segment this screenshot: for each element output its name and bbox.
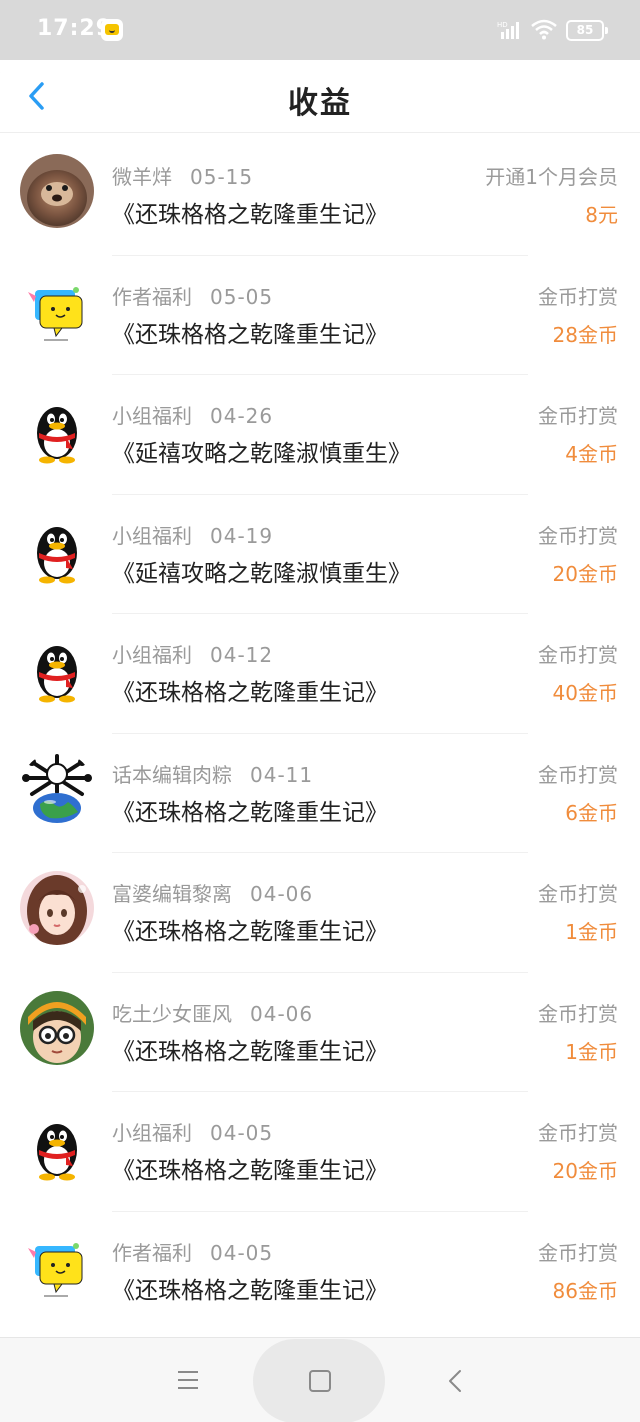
- entry-date: 05-05: [210, 284, 274, 309]
- svg-text:HD: HD: [497, 21, 508, 29]
- earning-type: 金币打赏: [538, 523, 618, 548]
- earning-amount: 86金币: [552, 1278, 618, 1303]
- earning-type: 金币打赏: [538, 762, 618, 787]
- penguin-avatar: [20, 1110, 94, 1184]
- entry-date: 04-12: [210, 643, 274, 667]
- book-title: 《还珠格格之乾隆重生记》: [112, 919, 388, 945]
- entry-date: 04-06: [250, 882, 314, 906]
- sender-name: 话本编辑肉粽: [112, 762, 232, 787]
- earnings-row[interactable]: 吃土少女匪风 04-06 《还珠格格之乾隆重生记》 金币打赏 1金币: [0, 971, 640, 1092]
- earning-amount: 40金币: [552, 681, 618, 705]
- page-header: 收益: [0, 60, 640, 132]
- sender-name: 吃土少女匪风: [112, 1001, 232, 1026]
- earning-type: 金币打赏: [538, 284, 618, 309]
- earning-amount: 1金币: [565, 920, 618, 944]
- earnings-row[interactable]: 小组福利 04-26 《延禧攻略之乾隆淑慎重生》 金币打赏 4金币: [0, 374, 640, 494]
- app-notification-icon: [101, 19, 123, 41]
- sender-name: 作者福利: [112, 1240, 192, 1265]
- earning-type: 金币打赏: [538, 1121, 618, 1145]
- sender-name: 小组福利: [112, 523, 192, 548]
- earning-amount: 4金币: [565, 442, 618, 466]
- anime-girl-avatar: [20, 871, 94, 945]
- entry-date: 04-05: [210, 1121, 274, 1145]
- otter-photo-avatar: [20, 154, 94, 228]
- battery-icon: 85: [566, 20, 608, 41]
- earnings-row[interactable]: 作者福利 05-05 《还珠格格之乾隆重生记》 金币打赏 28金币: [0, 254, 640, 375]
- earning-amount: 8元: [585, 203, 618, 227]
- signal-icon: HD: [497, 21, 519, 39]
- earning-type: 金币打赏: [538, 404, 618, 428]
- globe-bones-avatar: [20, 751, 94, 826]
- earning-type: 开通1个月会员: [485, 165, 618, 189]
- book-title: 《还珠格格之乾隆重生记》: [112, 799, 388, 826]
- book-title: 《延禧攻略之乾隆淑慎重生》: [112, 560, 411, 587]
- earnings-list: 微羊烊 05-15 《还珠格格之乾隆重生记》 开通1个月会员 8元 作者福利 05-…: [0, 135, 640, 1330]
- sender-name: 小组福利: [112, 404, 192, 428]
- book-title: 《延禧攻略之乾隆淑慎重生》: [112, 441, 411, 467]
- earning-amount: 1金币: [565, 1039, 618, 1064]
- earnings-row[interactable]: 小组福利 04-12 《还珠格格之乾隆重生记》 金币打赏 40金币: [0, 613, 640, 733]
- entry-date: 04-26: [210, 404, 274, 428]
- book-title: 《还珠格格之乾隆重生记》: [112, 1038, 388, 1065]
- wifi-icon: [531, 19, 557, 40]
- earning-amount: 28金币: [552, 322, 618, 347]
- cartoon-glasses-avatar: [20, 990, 94, 1065]
- entry-date: 04-19: [210, 523, 274, 548]
- entry-date: 05-15: [190, 165, 254, 189]
- speech-bubble-mascot-avatar: [20, 1230, 94, 1304]
- earning-type: 金币打赏: [538, 882, 618, 906]
- back-triangle-icon[interactable]: [444, 1368, 466, 1394]
- entry-date: 04-06: [250, 1001, 314, 1026]
- sender-name: 小组福利: [112, 1121, 192, 1145]
- sender-name: 作者福利: [112, 284, 192, 309]
- earning-amount: 20金币: [552, 561, 618, 586]
- home-square-icon[interactable]: [309, 1370, 331, 1392]
- penguin-avatar: [20, 393, 94, 467]
- earnings-row[interactable]: 话本编辑肉粽 04-11 《还珠格格之乾隆重生记》 金币打赏 6金币: [0, 732, 640, 853]
- penguin-avatar: [20, 632, 94, 706]
- earning-type: 金币打赏: [538, 643, 618, 667]
- book-title: 《还珠格格之乾隆重生记》: [112, 202, 388, 228]
- book-title: 《还珠格格之乾隆重生记》: [112, 1158, 388, 1184]
- earnings-row[interactable]: 富婆编辑黎离 04-06 《还珠格格之乾隆重生记》 金币打赏 1金币: [0, 852, 640, 972]
- earning-amount: 20金币: [552, 1159, 618, 1183]
- sender-name: 微羊烊: [112, 165, 172, 189]
- earnings-row[interactable]: 小组福利 04-05 《还珠格格之乾隆重生记》 金币打赏 20金币: [0, 1091, 640, 1211]
- earning-type: 金币打赏: [538, 1001, 618, 1026]
- book-title: 《还珠格格之乾隆重生记》: [112, 680, 388, 706]
- book-title: 《还珠格格之乾隆重生记》: [112, 1277, 388, 1304]
- sender-name: 富婆编辑黎离: [112, 882, 232, 906]
- system-nav-bar: [0, 1337, 640, 1422]
- earning-amount: 6金币: [565, 800, 618, 825]
- book-title: 《还珠格格之乾隆重生记》: [112, 321, 388, 348]
- speech-bubble-mascot-avatar: [20, 274, 94, 348]
- penguin-avatar: [20, 513, 94, 587]
- sender-name: 小组福利: [112, 643, 192, 667]
- menu-icon[interactable]: [176, 1369, 200, 1391]
- status-bar: 17:29 HD 85: [0, 0, 640, 60]
- earnings-row[interactable]: 作者福利 04-05 《还珠格格之乾隆重生记》 金币打赏 86金币: [0, 1210, 640, 1331]
- entry-date: 04-05: [210, 1240, 274, 1265]
- earnings-row[interactable]: 微羊烊 05-15 《还珠格格之乾隆重生记》 开通1个月会员 8元: [0, 135, 640, 255]
- earnings-row[interactable]: 小组福利 04-19 《延禧攻略之乾隆淑慎重生》 金币打赏 20金币: [0, 493, 640, 614]
- page-title: 收益: [288, 86, 352, 121]
- earning-type: 金币打赏: [538, 1240, 618, 1265]
- entry-date: 04-11: [250, 762, 314, 787]
